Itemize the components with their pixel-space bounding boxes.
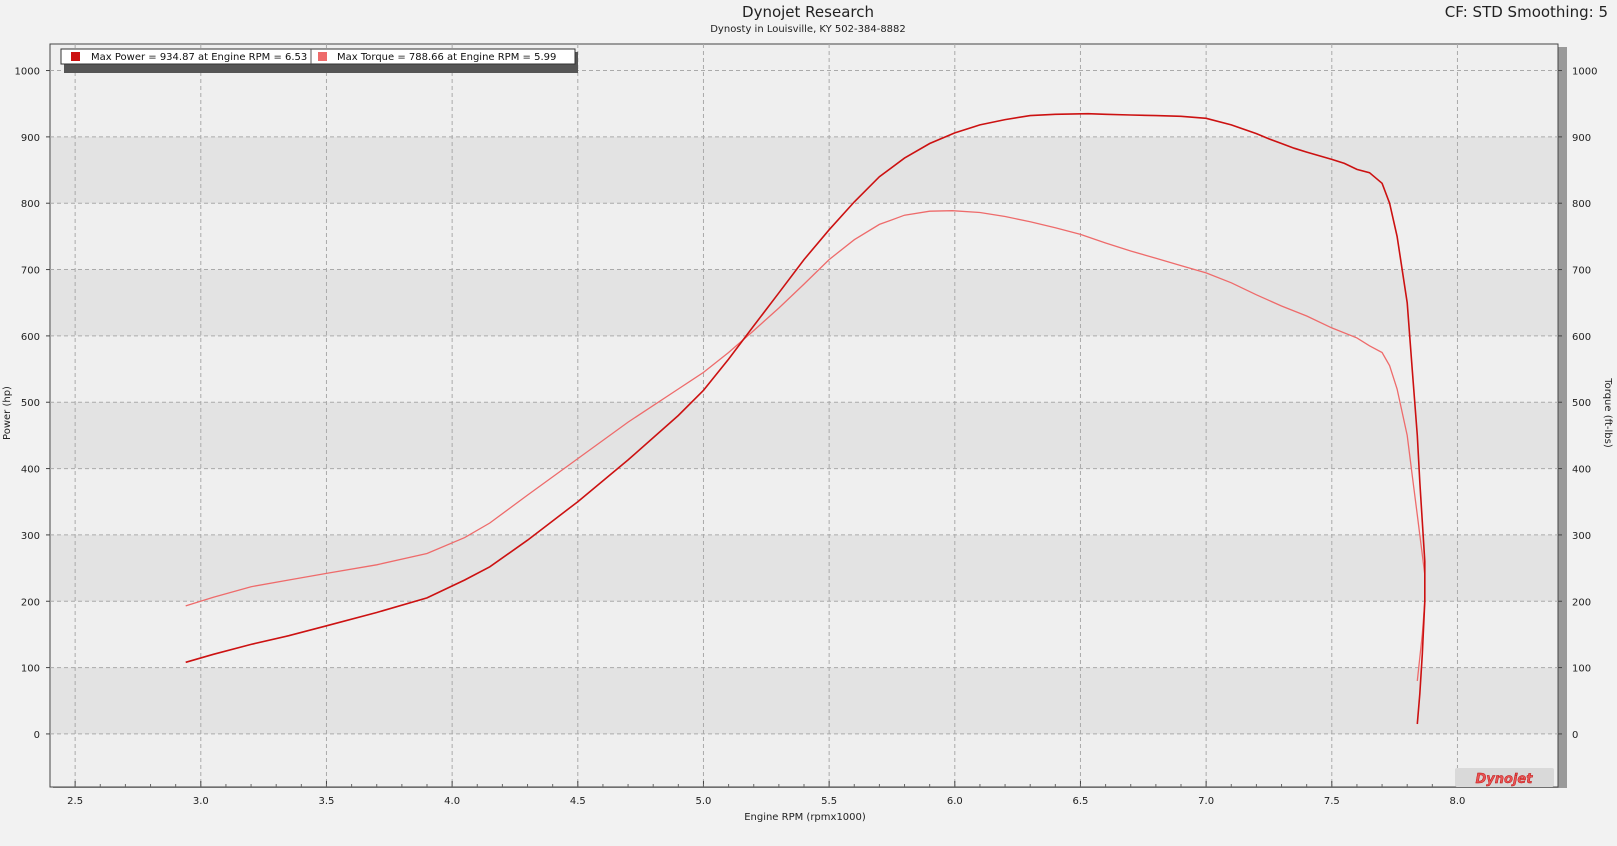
- y-tick-right: 1000: [1572, 67, 1597, 78]
- plot-band: [51, 667, 1557, 734]
- legend-torque-swatch: [318, 52, 327, 61]
- y-tick-left: 1000: [15, 67, 40, 78]
- x-tick: 3.5: [319, 796, 335, 807]
- y-tick-right: 900: [1572, 133, 1591, 144]
- y-tick-right: 600: [1572, 332, 1591, 343]
- chart-subtitle: Dynosty in Louisville, KY 502-384-8882: [710, 24, 906, 35]
- x-tick: 7.0: [1198, 796, 1214, 807]
- y-axis-right-label: Torque (ft-lbs): [1602, 377, 1613, 448]
- y-tick-right: 400: [1572, 465, 1591, 476]
- x-tick: 8.0: [1450, 796, 1466, 807]
- x-tick: 2.5: [67, 796, 83, 807]
- x-tick: 4.0: [444, 796, 460, 807]
- plot-band: [51, 136, 1557, 204]
- legend-power-label: Max Power = 934.87 at Engine RPM = 6.53: [91, 52, 307, 63]
- legend-power-swatch: [71, 52, 80, 61]
- y-tick-right: 100: [1572, 664, 1591, 675]
- x-tick: 5.0: [696, 796, 712, 807]
- plot-band: [51, 534, 1557, 602]
- y-axis-left-label: Power (hp): [2, 386, 13, 440]
- y-tick-right: 700: [1572, 266, 1591, 277]
- dynojet-logo: Dynojet: [1455, 768, 1554, 787]
- plot-band: [51, 269, 1557, 336]
- y-tick-left: 900: [21, 133, 40, 144]
- x-tick: 3.0: [193, 796, 209, 807]
- x-tick: 6.0: [947, 796, 963, 807]
- y-tick-left: 500: [21, 398, 40, 409]
- y-tick-left: 200: [21, 597, 40, 608]
- plot-band: [51, 402, 1557, 469]
- x-tick: 6.5: [1073, 796, 1089, 807]
- y-tick-left: 100: [21, 664, 40, 675]
- left-axis-ticks: 0 100 200 300 400 500 600 700 800 900 1000: [15, 67, 50, 741]
- y-tick-left: 800: [21, 199, 40, 210]
- y-tick-left: 300: [21, 531, 40, 542]
- legend-torque-label: Max Torque = 788.66 at Engine RPM = 5.99: [337, 52, 556, 63]
- y-tick-right: 0: [1572, 730, 1578, 741]
- chart-title: Dynojet Research: [742, 3, 874, 21]
- x-tick: 5.5: [821, 796, 837, 807]
- y-tick-right: 800: [1572, 199, 1591, 210]
- x-tick: 4.5: [570, 796, 586, 807]
- y-tick-left: 600: [21, 332, 40, 343]
- x-tick: 7.5: [1324, 796, 1340, 807]
- y-tick-left: 700: [21, 266, 40, 277]
- y-tick-left: 400: [21, 465, 40, 476]
- y-tick-right: 500: [1572, 398, 1591, 409]
- svg-text:Dynojet: Dynojet: [1476, 772, 1534, 787]
- settings-text: CF: STD Smoothing: 5: [1445, 3, 1608, 21]
- y-tick-right: 300: [1572, 531, 1591, 542]
- dyno-chart: Dynojet Research Dynosty in Louisville, …: [2, 3, 1613, 823]
- x-axis-label: Engine RPM (rpmx1000): [744, 812, 866, 823]
- y-tick-left: 0: [34, 730, 40, 741]
- y-tick-right: 200: [1572, 597, 1591, 608]
